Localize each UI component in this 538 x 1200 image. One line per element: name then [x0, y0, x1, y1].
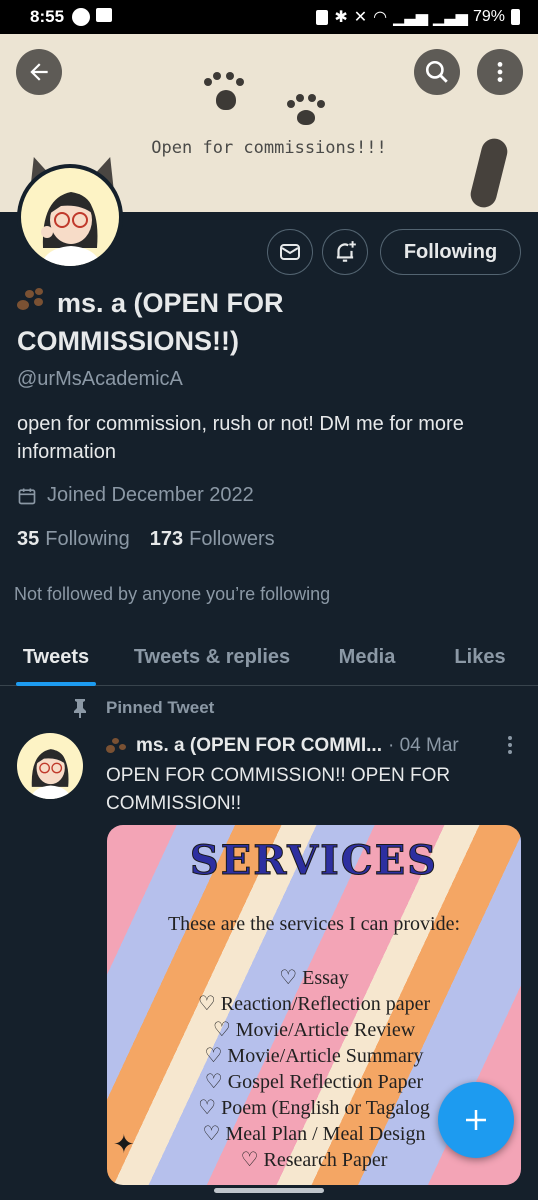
signal-icon-2: ▁▃▅: [433, 9, 468, 26]
following-count-link[interactable]: 35 Following: [17, 528, 130, 551]
messenger-icon: [72, 8, 91, 26]
lock-icon: [316, 9, 329, 25]
status-bar: 8:55 ✱ ✕ ◠ ▁▃▅ ▁▃▅ 79%: [0, 0, 538, 34]
plus-icon: [466, 1110, 486, 1130]
mail-icon: [280, 244, 300, 260]
tab-tweets[interactable]: Tweets: [0, 628, 112, 686]
gallery-icon: [96, 8, 113, 22]
sparkle-icon: ✦: [113, 1129, 135, 1159]
battery-icon: [511, 9, 520, 25]
paw-prints-icon: [106, 737, 128, 755]
followers-label: Followers: [189, 528, 275, 550]
compose-tweet-button[interactable]: [438, 1082, 514, 1158]
service-item: ♡ Reaction/Reflection paper: [197, 993, 431, 1015]
tab-likes[interactable]: Likes: [422, 628, 538, 686]
wifi-icon: ◠: [373, 9, 388, 26]
signal-icon: ▁▃▅: [393, 9, 428, 26]
followers-count: 173: [149, 528, 184, 550]
display-name-text: ms. a (OPEN FOR COMMISSIONS!!): [17, 288, 284, 356]
paw-prints-icon: [17, 288, 47, 314]
search-icon: [425, 60, 448, 83]
home-gesture-handle[interactable]: [214, 1188, 324, 1193]
image-subtitle: These are the services I can provide:: [167, 913, 461, 935]
tweet-header: ms. a (OPEN FOR COMMI... · 04 Mar: [106, 735, 516, 757]
image-title: SERVICES: [189, 837, 439, 885]
tab-media[interactable]: Media: [312, 628, 422, 686]
tweet-author[interactable]: ms. a (OPEN FOR COMMI...: [136, 735, 382, 757]
user-handle: @urMsAcademicA: [17, 368, 183, 390]
battery-level: 79%: [472, 8, 505, 25]
pin-icon: [74, 699, 86, 718]
profile-tabs: Tweets Tweets & replies Media Likes: [0, 628, 538, 686]
profile-avatar[interactable]: [17, 164, 123, 270]
more-options-button[interactable]: [477, 49, 523, 95]
tab-tweets-replies[interactable]: Tweets & replies: [112, 628, 312, 686]
tweet-more-icon[interactable]: [506, 736, 514, 757]
tweet-date[interactable]: · 04 Mar: [388, 735, 459, 757]
joined-text: Joined December 2022: [47, 484, 254, 506]
status-time: 8:55: [30, 7, 65, 26]
follow-counts: 35 Following 173 Followers: [17, 528, 275, 551]
pinned-tweet-label: Pinned Tweet: [72, 698, 214, 718]
calendar-icon: [18, 488, 36, 504]
arrow-left-icon: [30, 63, 48, 81]
profile-bio: open for commission, rush or not! DM me …: [17, 413, 464, 463]
joined-date: Joined December 2022: [17, 484, 254, 507]
following-count: 35: [17, 528, 40, 550]
following-button[interactable]: Following: [380, 229, 521, 275]
display-name: ms. a (OPEN FOR COMMISSIONS!!): [17, 284, 487, 360]
tweet-avatar[interactable]: [17, 733, 83, 799]
service-item: ♡ Movie/Article Review: [212, 1019, 416, 1041]
followers-count-link[interactable]: 173 Followers: [150, 528, 275, 551]
mute-icon: ✕: [353, 9, 368, 26]
bell-plus-icon: [336, 241, 356, 262]
avatar-illustration: [30, 749, 71, 799]
avatar-illustration: [41, 192, 101, 266]
back-button[interactable]: [16, 49, 62, 95]
message-button[interactable]: [267, 229, 313, 275]
service-item: ♡ Essay: [279, 967, 349, 989]
notifications-button[interactable]: [322, 229, 368, 275]
bluetooth-icon: ✱: [334, 9, 348, 26]
active-tab-indicator: [16, 682, 96, 686]
banner-text: Open for commissions!!!: [151, 138, 387, 158]
not-followed-note: Not followed by anyone you’re following: [14, 584, 331, 604]
search-button[interactable]: [414, 49, 460, 95]
following-label: Following: [45, 528, 130, 550]
more-vertical-icon: [497, 62, 503, 82]
service-item: ♡ Movie/Article Summary: [204, 1045, 424, 1067]
tweet-text: OPEN FOR COMMISSION!! OPEN FOR COMMISSIO…: [106, 765, 451, 814]
